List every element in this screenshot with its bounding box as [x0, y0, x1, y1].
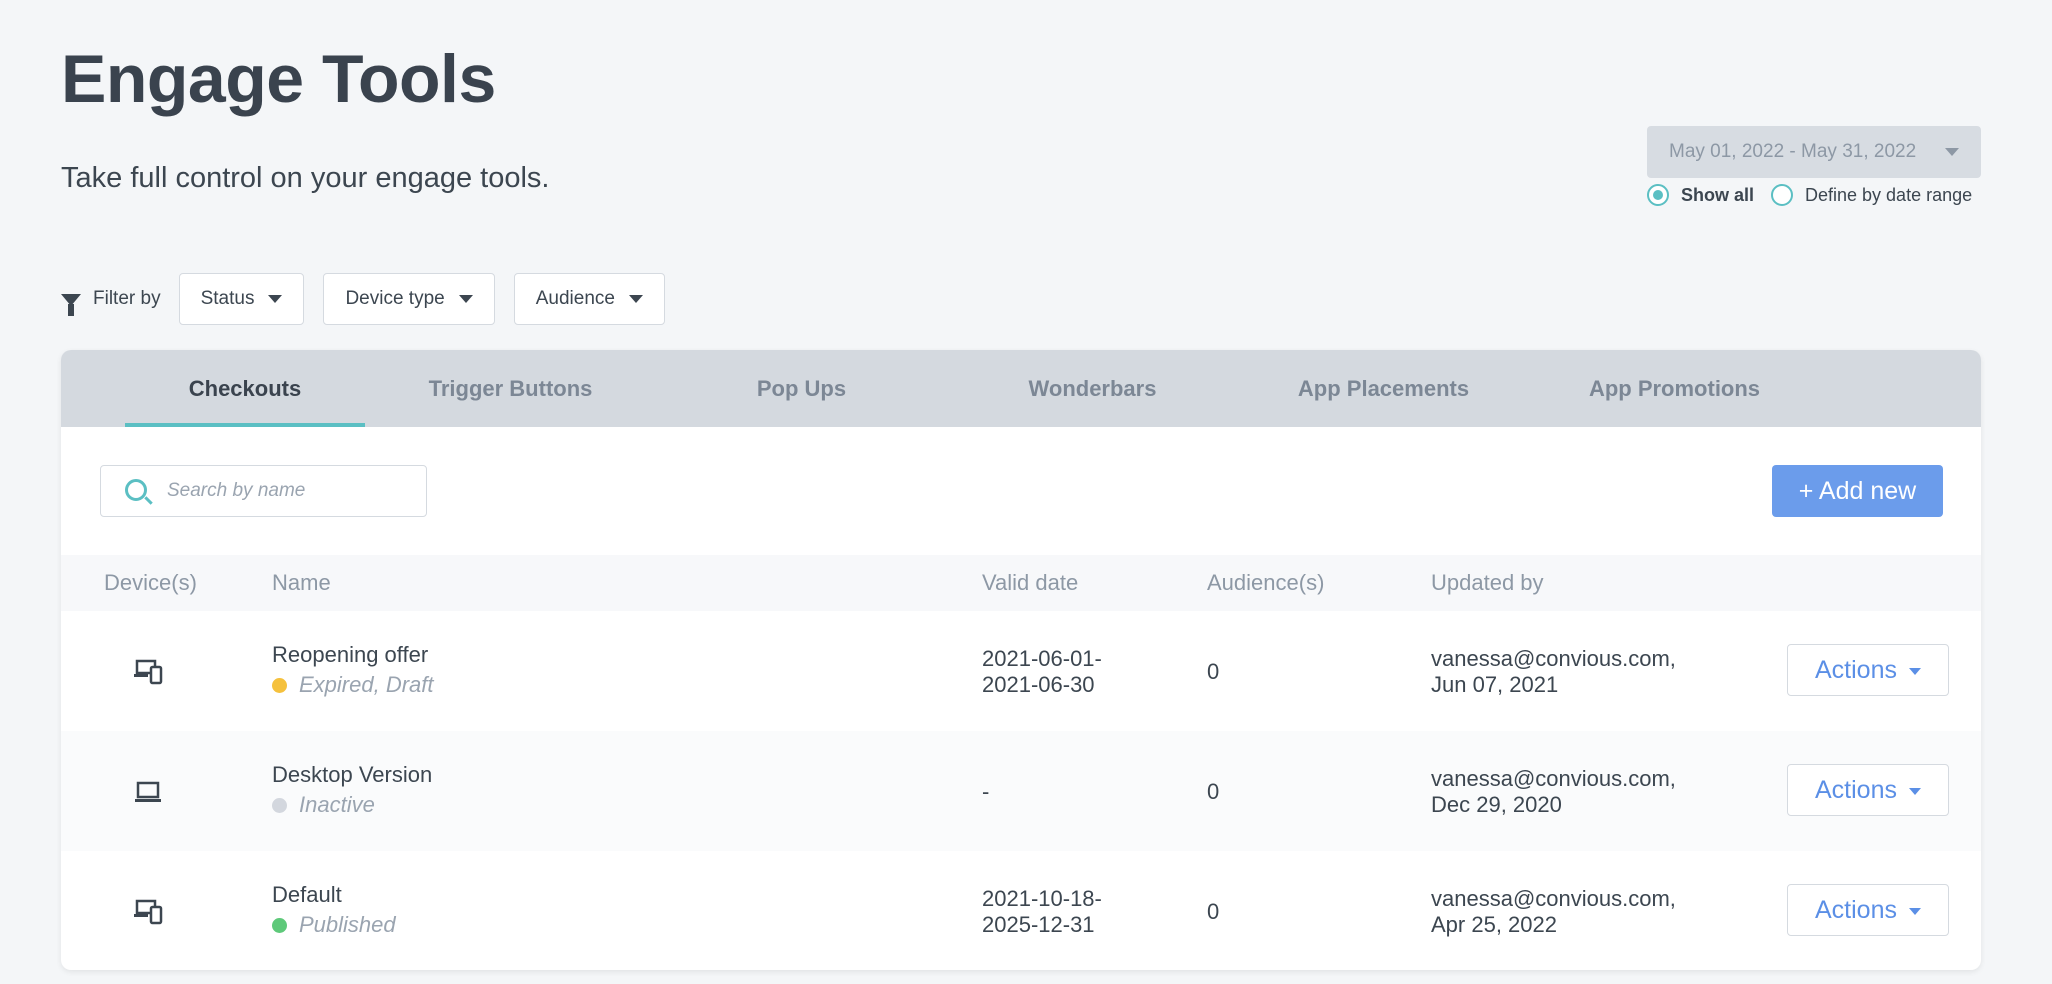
status-filter-label: Status: [200, 288, 255, 309]
column-valid-date[interactable]: Valid date: [982, 570, 1078, 596]
add-new-button[interactable]: + Add new: [1772, 465, 1943, 517]
row-valid-date: -: [982, 779, 989, 805]
row-updated-date: Dec 29, 2020: [1431, 792, 1562, 817]
status-dot-icon: [272, 677, 287, 693]
device-type-filter-button[interactable]: Device type: [323, 273, 495, 325]
page: Engage Tools Take full control on your e…: [0, 0, 2052, 984]
tab-app-placements[interactable]: App Placements: [1238, 350, 1529, 427]
row-audiences: 0: [1207, 899, 1220, 924]
chevron-down-icon: [628, 295, 643, 303]
date-range-select[interactable]: May 01, 2022 - May 31, 2022: [1647, 126, 1981, 178]
row-updated-by: vanessa@convious.com, Jun 07, 2021: [1431, 646, 1676, 698]
row-name: Desktop Version: [272, 762, 433, 787]
row-name: Reopening offer: [272, 642, 429, 667]
row-valid-end: 2021-06-30: [982, 672, 1095, 697]
tab-trigger-buttons[interactable]: Trigger Buttons: [365, 350, 656, 427]
table-header: Device(s) Name Valid date Audience(s) Up…: [61, 555, 1981, 611]
desktop-mobile-icon: [134, 659, 163, 685]
row-status-label: Inactive: [299, 792, 375, 817]
row-valid-end: 2025-12-31: [982, 912, 1095, 937]
engage-tools-card: Checkouts Trigger Buttons Pop Ups Wonder…: [61, 350, 1981, 970]
column-audiences[interactable]: Audience(s): [1207, 570, 1324, 596]
filter-icon: [61, 294, 81, 316]
tab-pop-ups[interactable]: Pop Ups: [656, 350, 947, 427]
row-updated-date: Apr 25, 2022: [1431, 912, 1557, 937]
row-status: Expired, Draft: [272, 672, 434, 698]
row-updated-email: vanessa@convious.com,: [1431, 886, 1676, 911]
page-subtitle: Take full control on your engage tools.: [61, 162, 550, 194]
radio-define-date-range-label: Define by date range: [1805, 184, 1973, 205]
row-updated-email: vanessa@convious.com,: [1431, 766, 1676, 791]
table-row[interactable]: Default Published 2021-10-18- 2025-12-31…: [61, 851, 1981, 970]
radio-show-all[interactable]: Show all: [1647, 184, 1754, 206]
radio-unchecked-icon[interactable]: [1771, 184, 1793, 206]
radio-checked-icon[interactable]: [1647, 184, 1669, 206]
row-valid-start: -: [982, 779, 990, 804]
actions-label: Actions: [1815, 775, 1897, 804]
search-placeholder: Search by name: [167, 480, 306, 501]
column-devices[interactable]: Device(s): [104, 570, 197, 596]
chevron-down-icon: [1908, 907, 1921, 915]
row-name: Default: [272, 882, 342, 907]
row-valid-start: 2021-10-18-: [982, 886, 1102, 911]
row-valid-start: 2021-06-01-: [982, 646, 1102, 671]
chevron-down-icon: [458, 295, 473, 303]
row-status: Published: [272, 912, 396, 938]
actions-label: Actions: [1815, 655, 1897, 684]
filter-bar: Filter by Status Device type Audience: [61, 273, 684, 325]
actions-button[interactable]: Actions: [1787, 884, 1949, 936]
tab-checkouts[interactable]: Checkouts: [125, 350, 365, 427]
chevron-down-icon: [1908, 787, 1921, 795]
laptop-icon: [135, 781, 161, 802]
radio-define-date-range[interactable]: Define by date range: [1771, 184, 1972, 206]
actions-button[interactable]: Actions: [1787, 644, 1949, 696]
row-valid-date: 2021-10-18- 2025-12-31: [982, 886, 1102, 938]
row-status-label: Published: [299, 912, 396, 937]
date-range-value: May 01, 2022 - May 31, 2022: [1669, 141, 1917, 162]
status-dot-icon: [272, 917, 287, 933]
row-updated-by: vanessa@convious.com, Apr 25, 2022: [1431, 886, 1676, 938]
row-updated-by: vanessa@convious.com, Dec 29, 2020: [1431, 766, 1676, 818]
chevron-down-icon: [268, 295, 283, 303]
filter-label: Filter by: [61, 288, 161, 316]
row-updated-date: Jun 07, 2021: [1431, 672, 1559, 697]
row-updated-email: vanessa@convious.com,: [1431, 646, 1676, 671]
status-dot-icon: [272, 797, 287, 813]
tab-bar: Checkouts Trigger Buttons Pop Ups Wonder…: [61, 350, 1981, 427]
radio-show-all-label: Show all: [1681, 184, 1755, 205]
row-audiences: 0: [1207, 779, 1220, 804]
chevron-down-icon: [1908, 667, 1921, 675]
tab-app-promotions[interactable]: App Promotions: [1529, 350, 1820, 427]
actions-label: Actions: [1815, 895, 1897, 924]
chevron-down-icon: [1945, 148, 1959, 156]
row-status-label: Expired, Draft: [299, 672, 434, 697]
desktop-mobile-icon: [134, 899, 163, 925]
audience-filter-label: Audience: [535, 288, 615, 309]
search-input[interactable]: Search by name: [100, 465, 427, 517]
search-icon: [125, 479, 147, 501]
row-status: Inactive: [272, 792, 375, 818]
table-row[interactable]: Desktop Version Inactive - 0 vanessa@con…: [61, 731, 1981, 851]
page-title: Engage Tools: [61, 41, 496, 117]
audience-filter-button[interactable]: Audience: [513, 273, 665, 325]
column-name[interactable]: Name: [272, 570, 331, 596]
status-filter-button[interactable]: Status: [178, 273, 305, 325]
actions-button[interactable]: Actions: [1787, 764, 1949, 816]
device-type-filter-label: Device type: [345, 288, 445, 309]
column-updated-by[interactable]: Updated by: [1431, 570, 1544, 596]
tab-wonderbars[interactable]: Wonderbars: [947, 350, 1238, 427]
row-valid-date: 2021-06-01- 2021-06-30: [982, 646, 1102, 698]
row-audiences: 0: [1207, 659, 1220, 684]
filter-label-text: Filter by: [93, 288, 161, 309]
table-row[interactable]: Reopening offer Expired, Draft 2021-06-0…: [61, 611, 1981, 731]
